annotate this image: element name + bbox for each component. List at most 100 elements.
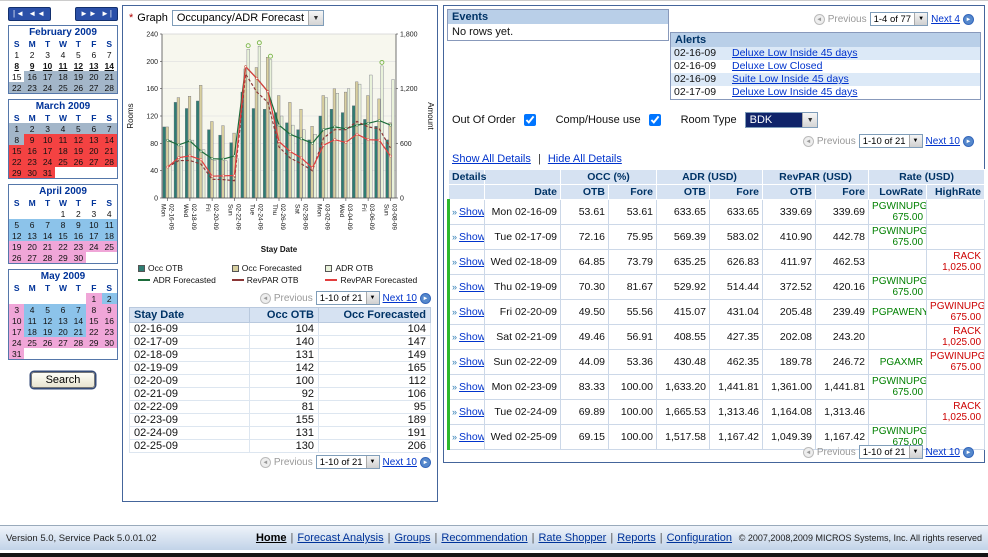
show-details-link[interactable]: Show: [459, 431, 484, 443]
calendar-day[interactable]: 28: [71, 337, 86, 348]
calendar-day[interactable]: 28: [40, 252, 55, 263]
calendar-day[interactable]: 23: [71, 241, 86, 252]
calendar-day[interactable]: 9: [71, 219, 86, 230]
calendar-day[interactable]: 13: [24, 230, 39, 241]
calendar-day[interactable]: 22: [9, 82, 24, 93]
page-range-select[interactable]: 1-10 of 21▼: [859, 445, 923, 459]
calendar-day[interactable]: 1: [9, 123, 24, 134]
calendar-day[interactable]: 12: [71, 134, 86, 145]
alert-link[interactable]: Deluxe Low Inside 45 days: [732, 86, 858, 99]
calendar-day[interactable]: 6: [24, 219, 39, 230]
calendar-day[interactable]: 19: [40, 326, 55, 337]
show-details-link[interactable]: Show: [459, 206, 484, 218]
calendar-day[interactable]: 7: [102, 123, 117, 134]
calendar-day[interactable]: 9: [24, 134, 39, 145]
calendar-day[interactable]: 20: [86, 71, 101, 82]
show-details-link[interactable]: Show: [459, 406, 484, 418]
calendar-day[interactable]: 8: [9, 134, 24, 145]
calendar-day[interactable]: 29: [86, 337, 101, 348]
calendar-day[interactable]: 19: [9, 241, 24, 252]
calendar-day[interactable]: 27: [55, 337, 70, 348]
hide-all-details-link[interactable]: Hide All Details: [548, 153, 622, 165]
alert-link[interactable]: Deluxe Low Closed: [732, 60, 822, 73]
calendar-day[interactable]: 3: [40, 49, 55, 60]
calendar-day[interactable]: 8: [55, 219, 70, 230]
next-page-link[interactable]: Next 10: [383, 457, 417, 468]
calendar-day[interactable]: 21: [102, 145, 117, 156]
calendar-day[interactable]: 17: [40, 71, 55, 82]
calendar-day[interactable]: 5: [40, 304, 55, 315]
footer-link-configuration[interactable]: Configuration: [667, 532, 732, 544]
calendar-day[interactable]: 2: [24, 123, 39, 134]
footer-link-home[interactable]: Home: [256, 532, 287, 544]
calendar-day[interactable]: 4: [55, 49, 70, 60]
calendar-day[interactable]: 13: [86, 60, 101, 71]
footer-link-groups[interactable]: Groups: [394, 532, 430, 544]
calendar-day[interactable]: 15: [9, 71, 24, 82]
calendar-day[interactable]: 29: [55, 252, 70, 263]
calendar-day[interactable]: 11: [55, 60, 70, 71]
next-page-link[interactable]: Next 4: [931, 14, 960, 25]
calendar-day[interactable]: 18: [55, 145, 70, 156]
calendar-day[interactable]: 15: [9, 145, 24, 156]
calendar-day[interactable]: 10: [9, 315, 24, 326]
calendar-day[interactable]: 12: [9, 230, 24, 241]
calendar-day[interactable]: 26: [40, 337, 55, 348]
calendar-day[interactable]: 13: [55, 315, 70, 326]
show-details-link[interactable]: Show: [459, 231, 484, 243]
calendar-day[interactable]: 20: [24, 241, 39, 252]
calendar-day[interactable]: 24: [9, 337, 24, 348]
next-page-link[interactable]: Next 10: [926, 447, 960, 458]
show-details-link[interactable]: Show: [459, 356, 484, 368]
calendar-day[interactable]: 8: [9, 60, 24, 71]
calendar-day[interactable]: 26: [9, 252, 24, 263]
calendar-day[interactable]: 15: [86, 315, 101, 326]
calendar-day[interactable]: 4: [102, 208, 117, 219]
calendar-day[interactable]: 25: [55, 156, 70, 167]
calendar-day[interactable]: 24: [86, 241, 101, 252]
calendar-day[interactable]: 16: [71, 230, 86, 241]
alert-link[interactable]: Suite Low Inside 45 days: [732, 73, 849, 86]
calendar-day[interactable]: 5: [9, 219, 24, 230]
next-page-link[interactable]: Next 10: [926, 136, 960, 147]
calendar-day[interactable]: 26: [71, 82, 86, 93]
calendar-day[interactable]: 2: [71, 208, 86, 219]
calendar-day[interactable]: 1: [55, 208, 70, 219]
calendar-day[interactable]: 11: [55, 134, 70, 145]
comp-house-checkbox[interactable]: [649, 114, 661, 126]
calendar-day[interactable]: 11: [102, 219, 117, 230]
page-range-select[interactable]: 1-10 of 21▼: [316, 291, 380, 305]
calendar-day[interactable]: 27: [24, 252, 39, 263]
calendar-day[interactable]: 30: [71, 252, 86, 263]
calendar-day[interactable]: 8: [86, 304, 101, 315]
calendar-day[interactable]: 6: [55, 304, 70, 315]
calendar-day[interactable]: 23: [102, 326, 117, 337]
calendar-day[interactable]: 7: [102, 49, 117, 60]
calendar-day[interactable]: 10: [86, 219, 101, 230]
footer-link-reports[interactable]: Reports: [617, 532, 656, 544]
calendar-day[interactable]: 21: [71, 326, 86, 337]
calendar-day[interactable]: 23: [24, 156, 39, 167]
calendar-day[interactable]: 3: [9, 304, 24, 315]
calendar-day[interactable]: 22: [55, 241, 70, 252]
calendar-day[interactable]: 25: [55, 82, 70, 93]
show-all-details-link[interactable]: Show All Details: [452, 153, 531, 165]
footer-link-rate-shopper[interactable]: Rate Shopper: [538, 532, 606, 544]
page-range-select[interactable]: 1-4 of 77▼: [870, 12, 929, 26]
calendar-day[interactable]: 31: [9, 348, 24, 359]
calendar-day[interactable]: 14: [71, 315, 86, 326]
calendar-day[interactable]: 6: [86, 123, 101, 134]
page-range-select[interactable]: 1-10 of 21▼: [316, 455, 380, 469]
calendar-day[interactable]: 4: [55, 123, 70, 134]
calendar-day[interactable]: 16: [102, 315, 117, 326]
show-details-link[interactable]: Show: [459, 306, 484, 318]
show-details-link[interactable]: Show: [459, 256, 484, 268]
next-icon[interactable]: ►: [963, 136, 974, 147]
calendar-day[interactable]: 22: [86, 326, 101, 337]
calendar-day[interactable]: 19: [71, 71, 86, 82]
calendar-day[interactable]: 1: [9, 49, 24, 60]
calendar-forward-button[interactable]: ►► ►|: [75, 7, 118, 21]
page-range-select[interactable]: 1-10 of 21▼: [859, 134, 923, 148]
calendar-day[interactable]: 24: [40, 82, 55, 93]
calendar-day[interactable]: 9: [24, 60, 39, 71]
